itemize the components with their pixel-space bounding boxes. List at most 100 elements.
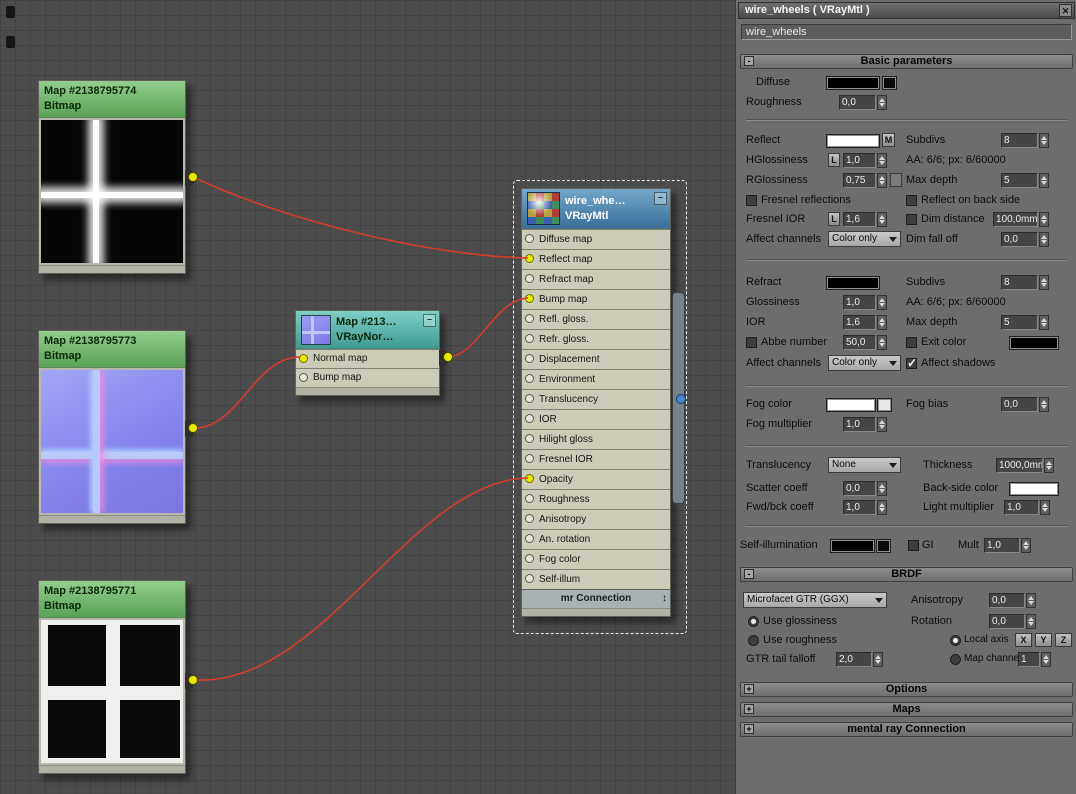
scroll-icon[interactable]: ↕ — [662, 590, 667, 607]
light-multiplier-spinner[interactable] — [1040, 500, 1050, 515]
input-pin[interactable] — [525, 554, 534, 563]
close-icon[interactable]: ✕ — [1059, 4, 1072, 17]
rollout-maps[interactable]: + Maps — [740, 702, 1073, 717]
rotation-spinner[interactable] — [1026, 614, 1036, 629]
input-pin[interactable] — [299, 373, 308, 382]
slot-anisotropy[interactable]: Anisotropy — [522, 509, 670, 529]
collapse-button[interactable]: – — [654, 192, 667, 205]
fog-multiplier-field[interactable]: 1,0 — [843, 417, 876, 432]
slot-normal-map[interactable]: Normal map — [296, 349, 439, 368]
abbe-number-checkbox[interactable] — [746, 337, 757, 348]
node-vraymtl-wire-wheels[interactable]: wire_whe… VRayMtl – Diffuse map Reflect … — [521, 188, 671, 617]
dim-distance-checkbox[interactable] — [906, 214, 917, 225]
fwd-bck-coeff-field[interactable]: 1,0 — [843, 500, 876, 515]
output-socket[interactable] — [185, 170, 194, 186]
max-depth-refract-spinner[interactable] — [1039, 315, 1049, 330]
use-glossiness-radio[interactable] — [748, 616, 759, 627]
input-pin[interactable] — [525, 434, 534, 443]
collapse-icon[interactable]: - — [744, 569, 754, 579]
fresnel-ior-lock-button[interactable]: L — [828, 212, 840, 226]
node-header[interactable]: Map #2138795771 Bitmap — [39, 581, 185, 618]
fog-color-swatch[interactable] — [826, 398, 876, 412]
input-pin[interactable] — [525, 454, 534, 463]
slot-roughness[interactable]: Roughness — [522, 489, 670, 509]
rollout-brdf[interactable]: - BRDF — [740, 567, 1073, 582]
node-bitmap-2138795774[interactable]: Map #2138795774 Bitmap — [38, 80, 194, 274]
abbe-number-spinner[interactable] — [877, 335, 887, 350]
node-header[interactable]: wire_whe… VRayMtl – — [522, 189, 670, 229]
rollout-options[interactable]: + Options — [740, 682, 1073, 697]
slot-displacement[interactable]: Displacement — [522, 349, 670, 369]
ior-spinner[interactable] — [877, 315, 887, 330]
use-roughness-radio[interactable] — [748, 635, 759, 646]
affect-channels-refract-dropdown[interactable]: Color only — [828, 355, 901, 371]
subdivs-refract-field[interactable]: 8 — [1001, 275, 1038, 290]
thickness-spinner[interactable] — [1044, 458, 1054, 473]
node-bitmap-2138795773[interactable]: Map #2138795773 Bitmap — [38, 330, 194, 524]
output-socket[interactable] — [439, 350, 448, 366]
wire-bitmap-to-normalmap[interactable] — [192, 356, 301, 429]
input-pin[interactable] — [525, 574, 534, 583]
dim-fall-off-spinner[interactable] — [1039, 232, 1049, 247]
glossiness-spinner[interactable] — [877, 295, 887, 310]
slot-translucency[interactable]: Translucency — [522, 389, 670, 409]
mult-spinner[interactable] — [1021, 538, 1031, 553]
input-pin[interactable] — [525, 374, 534, 383]
slot-opacity[interactable]: Opacity — [522, 469, 670, 489]
axis-y-button[interactable]: Y — [1035, 633, 1052, 647]
slot-hilight-gloss[interactable]: Hilight gloss — [522, 429, 670, 449]
input-pin[interactable] — [525, 474, 534, 483]
node-header[interactable]: Map #2138795773 Bitmap — [39, 331, 185, 368]
abbe-number-field[interactable]: 50,0 — [843, 335, 876, 350]
expand-icon[interactable]: + — [744, 684, 754, 694]
affect-channels-reflect-dropdown[interactable]: Color only — [828, 231, 901, 247]
hglossiness-lock-button[interactable]: L — [828, 153, 840, 167]
node-header[interactable]: Map #213… VRayNor… – — [296, 311, 439, 349]
fog-bias-field[interactable]: 0,0 — [1001, 397, 1038, 412]
input-pin[interactable] — [299, 354, 308, 363]
slot-environment[interactable]: Environment — [522, 369, 670, 389]
reflect-color-swatch[interactable] — [826, 134, 880, 148]
slot-an-rotation[interactable]: An. rotation — [522, 529, 670, 549]
dim-distance-spinner[interactable] — [1039, 212, 1049, 227]
fog-bias-spinner[interactable] — [1039, 397, 1049, 412]
rollout-mental-ray[interactable]: + mental ray Connection — [740, 722, 1073, 737]
node-editor-canvas[interactable]: Map #2138795774 Bitmap Map #2138795773 B… — [0, 0, 736, 794]
diffuse-color-swatch[interactable] — [826, 76, 880, 90]
output-socket[interactable] — [185, 673, 194, 689]
mr-connection-bar[interactable]: mr Connection ↕ — [522, 589, 670, 608]
input-pin[interactable] — [525, 314, 534, 323]
thickness-field[interactable]: 1000,0mm — [996, 458, 1043, 473]
max-depth-reflect-spinner[interactable] — [1039, 173, 1049, 188]
dim-distance-field[interactable]: 100,0mm — [993, 212, 1038, 227]
input-pin[interactable] — [525, 534, 534, 543]
brdf-type-dropdown[interactable]: Microfacet GTR (GGX) — [743, 592, 887, 608]
hglossiness-field[interactable]: 1,0 — [843, 153, 876, 168]
fresnel-reflections-checkbox[interactable] — [746, 195, 757, 206]
slot-refl-gloss[interactable]: Refl. gloss. — [522, 309, 670, 329]
fog-color-map-swatch[interactable] — [877, 398, 892, 412]
dim-fall-off-field[interactable]: 0,0 — [1001, 232, 1038, 247]
hglossiness-spinner[interactable] — [877, 153, 887, 168]
reflect-on-back-checkbox[interactable] — [906, 195, 917, 206]
input-pin[interactable] — [525, 334, 534, 343]
slot-reflect-map[interactable]: Reflect map — [522, 249, 670, 269]
collapse-button[interactable]: – — [423, 314, 436, 327]
input-pin[interactable] — [525, 234, 534, 243]
map-channel-spinner[interactable] — [1041, 652, 1051, 667]
scatter-coeff-spinner[interactable] — [877, 481, 887, 496]
gi-checkbox[interactable] — [908, 540, 919, 551]
rglossiness-spinner[interactable] — [877, 173, 887, 188]
material-output-socket[interactable] — [676, 394, 686, 404]
anisotropy-spinner[interactable] — [1026, 593, 1036, 608]
light-multiplier-field[interactable]: 1,0 — [1004, 500, 1039, 515]
anisotropy-field[interactable]: 0,0 — [989, 593, 1025, 608]
wire-bitmap-to-opacity[interactable] — [192, 477, 529, 681]
reflect-map-button[interactable]: M — [882, 133, 895, 147]
diffuse-map-swatch[interactable] — [882, 76, 897, 90]
back-side-color-swatch[interactable] — [1009, 482, 1059, 496]
slot-fresnel-ior[interactable]: Fresnel IOR — [522, 449, 670, 469]
glossiness-field[interactable]: 1,0 — [843, 295, 876, 310]
input-pin[interactable] — [525, 514, 534, 523]
slot-ior[interactable]: IOR — [522, 409, 670, 429]
